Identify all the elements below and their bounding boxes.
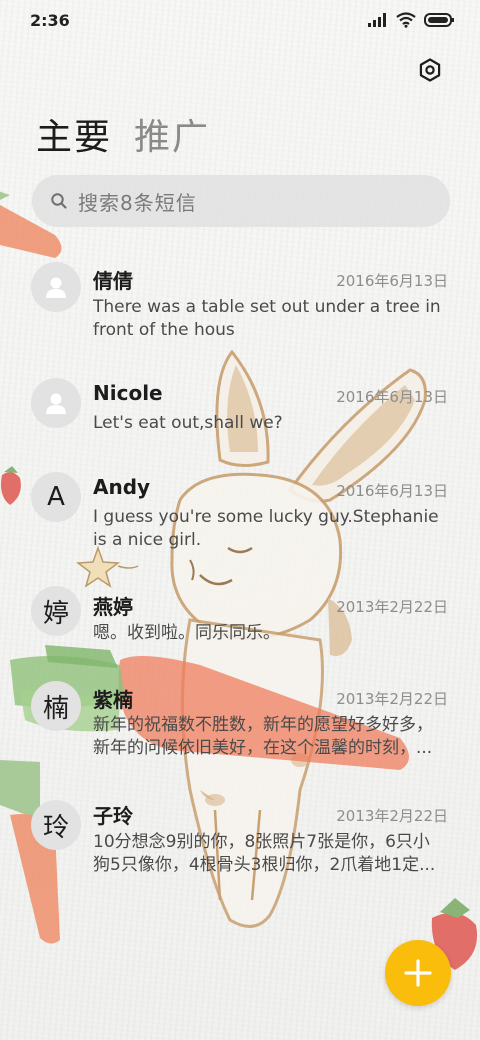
contact-name: 燕婷 [93, 595, 133, 619]
conversation-item[interactable]: 婷 燕婷 2013年2月22日 嗯。收到啦。同乐同乐。 [0, 580, 480, 670]
search-placeholder: 搜索8条短信 [78, 190, 197, 215]
search-bar[interactable]: 搜索8条短信 [32, 175, 450, 227]
message-date: 2013年2月22日 [336, 598, 448, 616]
conversation-item[interactable]: A Andy 2016年6月13日 I guess you're some lu… [0, 462, 480, 572]
person-icon [46, 393, 66, 414]
message-preview: Let's eat out,shall we? [93, 413, 283, 433]
tab-bar: 主要 推广 [36, 108, 210, 160]
message-preview: 新年的祝福数不胜数，新年的愿望好多好多，新年的问候依旧美好，在这个温馨的时刻，.… [93, 715, 433, 758]
tab-promotions[interactable]: 推广 [134, 108, 210, 160]
conversation-item[interactable]: 倩倩 2016年6月13日 There was a table set out … [0, 252, 480, 362]
contact-name: 倩倩 [93, 269, 133, 293]
avatar: 楠 [31, 681, 81, 731]
avatar [31, 262, 81, 312]
status-bar: 2:36 [0, 0, 480, 40]
message-date: 2013年2月22日 [336, 690, 448, 708]
contact-name: 紫楠 [93, 688, 133, 712]
avatar [31, 378, 81, 428]
person-icon [46, 277, 66, 298]
contact-name: Andy [93, 475, 151, 499]
conversation-item[interactable]: 玲 子玲 2013年2月22日 10分想念9别的你，8张照片7张是你，6只小狗5… [0, 796, 480, 906]
wifi-icon [396, 12, 416, 28]
settings-button[interactable] [416, 56, 444, 84]
avatar: A [31, 472, 81, 522]
gear-icon [419, 58, 441, 82]
message-preview: 10分想念9别的你，8张照片7张是你，6只小狗5只像你，4根骨头3根归你，2爪着… [93, 832, 436, 875]
status-time: 2:36 [30, 11, 70, 30]
new-message-button[interactable] [385, 940, 451, 1006]
signal-icon [368, 13, 386, 27]
message-preview: I guess you're some lucky guy.Stephanie … [93, 507, 439, 550]
avatar: 玲 [31, 800, 81, 850]
message-preview: 嗯。收到啦。同乐同乐。 [93, 623, 280, 643]
message-date: 2016年6月13日 [336, 388, 448, 406]
message-date: 2016年6月13日 [336, 272, 448, 290]
search-icon [51, 193, 67, 209]
message-date: 2016年6月13日 [336, 482, 448, 500]
conversation-item[interactable]: 楠 紫楠 2013年2月22日 新年的祝福数不胜数，新年的愿望好多好多，新年的问… [0, 676, 480, 786]
contact-name: Nicole [93, 381, 163, 405]
contact-name: 子玲 [93, 804, 133, 828]
status-icons [368, 12, 454, 28]
message-preview: There was a table set out under a tree i… [93, 297, 441, 340]
tab-primary[interactable]: 主要 [36, 108, 112, 160]
conversation-item[interactable]: Nicole 2016年6月13日 Let's eat out,shall we… [0, 368, 480, 458]
plus-icon [404, 959, 432, 987]
battery-icon [424, 13, 454, 27]
avatar: 婷 [31, 586, 81, 636]
message-date: 2013年2月22日 [336, 807, 448, 825]
